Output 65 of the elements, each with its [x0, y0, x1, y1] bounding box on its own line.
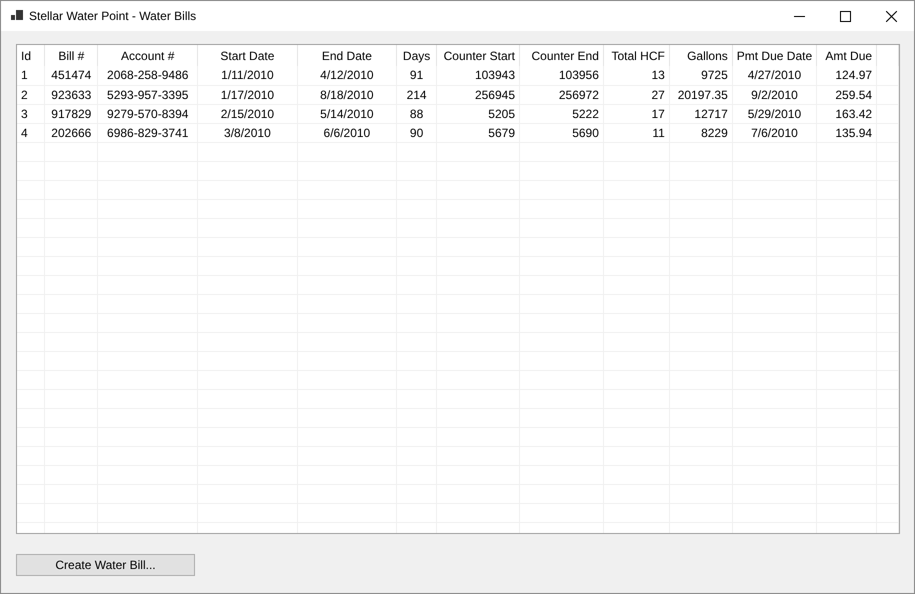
- table-cell: 20197.35: [669, 85, 732, 104]
- table-cell: 917829: [44, 104, 98, 123]
- maximize-icon: [840, 10, 850, 22]
- table-cell: 256945: [436, 85, 520, 104]
- table-cell: 5/29/2010: [732, 104, 817, 123]
- table-cell: 4: [17, 123, 45, 142]
- table-cell: 27: [603, 85, 670, 104]
- table-cell: 7/6/2010: [732, 123, 817, 142]
- table-cell: 923633: [44, 85, 98, 104]
- table-cell: 214: [396, 85, 437, 104]
- column-header[interactable]: Gallons: [669, 45, 732, 66]
- table-cell: 1/11/2010: [198, 66, 298, 85]
- table-cell: 4/12/2010: [297, 66, 397, 85]
- table-cell: 2: [17, 85, 45, 104]
- column-header[interactable]: Id: [17, 45, 45, 66]
- table-cell: 2/15/2010: [198, 104, 298, 123]
- table-cell: 11: [603, 123, 670, 142]
- table-cell: 12717: [669, 104, 732, 123]
- table-cell: 4/27/2010: [732, 66, 817, 85]
- table-cell: 8/18/2010: [297, 85, 397, 104]
- table-cell: 5293-957-3395: [98, 85, 198, 104]
- table-cell: 3: [17, 104, 45, 123]
- column-header[interactable]: Counter Start: [436, 45, 520, 66]
- table-cell: 135.94: [816, 123, 877, 142]
- table-cell: 124.97: [816, 66, 877, 85]
- window-title: Stellar Water Point - Water Bills: [29, 9, 198, 23]
- table-cell: 5222: [520, 104, 604, 123]
- table-cell: 2068-258-9486: [98, 66, 198, 85]
- table-cell: 88: [396, 104, 437, 123]
- column-header[interactable]: Days: [396, 45, 437, 66]
- table-cell: 163.42: [816, 104, 877, 123]
- table-cell: 259.54: [816, 85, 877, 104]
- create-bill-button[interactable]: Create Water Bill...: [16, 554, 195, 576]
- column-header[interactable]: Pmt Due Date: [732, 45, 817, 66]
- close-icon: [886, 10, 896, 22]
- table-cell: 5/14/2010: [297, 104, 397, 123]
- column-header[interactable]: Total HCF: [603, 45, 670, 66]
- table-cell: 451474: [44, 66, 98, 85]
- table-cell: 8229: [669, 123, 732, 142]
- table-cell: 9/2/2010: [732, 85, 817, 104]
- column-header[interactable]: Account #: [98, 45, 198, 66]
- table-cell: 103943: [436, 66, 520, 85]
- column-header[interactable]: End Date: [297, 45, 397, 66]
- table-cell: 6986-829-3741: [98, 123, 198, 142]
- table-cell: 9725: [669, 66, 732, 85]
- table-cell: 6/6/2010: [297, 123, 397, 142]
- table-cell: 5690: [520, 123, 604, 142]
- table-cell: 5205: [436, 104, 520, 123]
- table-cell: 91: [396, 66, 437, 85]
- column-header[interactable]: Start Date: [198, 45, 298, 66]
- table-cell: 5679: [436, 123, 520, 142]
- column-header[interactable]: Counter End: [520, 45, 604, 66]
- column-header[interactable]: Bill #: [44, 45, 98, 66]
- table-cell: 90: [396, 123, 437, 142]
- app-icon: [11, 10, 23, 22]
- table-cell: 1/17/2010: [198, 85, 298, 104]
- table-cell: 3/8/2010: [198, 123, 298, 142]
- table-cell: 1: [17, 66, 45, 85]
- table-cell: 17: [603, 104, 670, 123]
- table-cell: 256972: [520, 85, 604, 104]
- table-cell: 202666: [44, 123, 98, 142]
- table-cell: 103956: [520, 66, 604, 85]
- column-header[interactable]: Amt Due: [816, 45, 877, 66]
- table-cell: 13: [603, 66, 670, 85]
- table-cell: 9279-570-8394: [98, 104, 198, 123]
